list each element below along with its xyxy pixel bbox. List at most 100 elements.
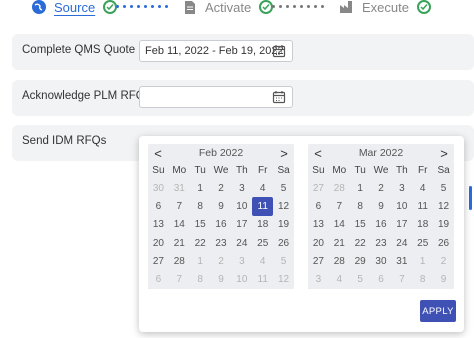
day-cell[interactable]: 28	[169, 252, 190, 270]
day-cell[interactable]: 4	[252, 252, 273, 270]
day-cell[interactable]: 5	[273, 179, 294, 197]
day-cell[interactable]: 22	[190, 234, 211, 252]
day-cell[interactable]: 3	[391, 179, 412, 197]
day-cell[interactable]: 11	[252, 197, 274, 216]
day-cell[interactable]: 9	[211, 197, 232, 215]
day-cell[interactable]: 2	[371, 179, 392, 197]
step-execute[interactable]: Execute	[338, 0, 431, 17]
day-cell[interactable]: 5	[273, 252, 294, 270]
apply-button[interactable]: APPLY	[420, 300, 456, 322]
day-cell[interactable]: 10	[391, 197, 412, 215]
day-cell[interactable]: 8	[190, 197, 211, 215]
day-cell[interactable]: 4	[412, 179, 433, 197]
prev-month-icon[interactable]: <	[312, 146, 324, 161]
day-cell[interactable]: 31	[391, 252, 412, 270]
date-range-input[interactable]: Feb 11, 2022 - Feb 19, 2022	[139, 40, 293, 62]
day-cell[interactable]: 20	[148, 234, 169, 252]
day-cell[interactable]: 9	[211, 270, 232, 288]
day-cell[interactable]: 23	[211, 234, 232, 252]
day-cell[interactable]: 15	[190, 216, 211, 234]
day-cell[interactable]: 6	[148, 197, 169, 215]
day-cell[interactable]: 21	[329, 234, 350, 252]
day-cell[interactable]: 5	[433, 179, 454, 197]
day-cell[interactable]: 2	[211, 252, 232, 270]
day-cell[interactable]: 30	[371, 252, 392, 270]
day-cell[interactable]: 14	[329, 216, 350, 234]
day-cell[interactable]: 14	[169, 216, 190, 234]
day-cell[interactable]: 24	[391, 234, 412, 252]
day-cell[interactable]: 20	[308, 234, 329, 252]
day-cell[interactable]: 29	[350, 252, 371, 270]
day-cell[interactable]: 9	[371, 197, 392, 215]
day-cell[interactable]: 26	[273, 234, 294, 252]
day-cell[interactable]: 30	[148, 179, 169, 197]
day-cell[interactable]: 2	[211, 179, 232, 197]
day-cell[interactable]: 25	[252, 234, 273, 252]
day-cell[interactable]: 13	[308, 216, 329, 234]
week-row: 27 28 1 2 3 4 5	[148, 252, 294, 270]
day-cell[interactable]: 12	[433, 197, 454, 215]
next-month-icon[interactable]: >	[278, 146, 290, 161]
day-cell[interactable]: 3	[231, 252, 252, 270]
day-cell[interactable]: 19	[433, 216, 454, 234]
day-cell[interactable]: 19	[273, 216, 294, 234]
day-cell[interactable]: 8	[350, 197, 371, 215]
day-cell[interactable]: 17	[231, 216, 252, 234]
day-cell[interactable]: 7	[169, 197, 190, 215]
day-cell[interactable]: 7	[169, 270, 190, 288]
day-cell[interactable]: 27	[308, 252, 329, 270]
calendar-icon[interactable]	[272, 44, 286, 58]
day-cell[interactable]: 28	[329, 179, 350, 197]
calendar-icon[interactable]	[272, 90, 286, 104]
day-cell[interactable]: 11	[252, 270, 273, 288]
day-cell[interactable]: 22	[350, 234, 371, 252]
day-cell[interactable]: 25	[412, 234, 433, 252]
day-cell[interactable]: 6	[148, 270, 169, 288]
day-cell[interactable]: 6	[308, 197, 329, 215]
weekday-label: Fr	[257, 165, 268, 176]
day-cell[interactable]: 17	[391, 216, 412, 234]
row-acknowledge-plm-rfqs: Acknowledge PLM RFQs	[12, 80, 474, 116]
day-cell[interactable]: 18	[252, 216, 273, 234]
day-cell[interactable]: 11	[412, 197, 433, 215]
day-cell[interactable]: 13	[148, 216, 169, 234]
day-cell[interactable]: 6	[371, 270, 392, 288]
day-cell[interactable]: 27	[148, 252, 169, 270]
day-cell[interactable]: 1	[412, 252, 433, 270]
day-cell[interactable]: 7	[391, 270, 412, 288]
day-cell[interactable]: 3	[308, 270, 329, 288]
day-cell[interactable]: 3	[231, 179, 252, 197]
day-cell[interactable]: 2	[433, 252, 454, 270]
day-cell[interactable]: 1	[350, 179, 371, 197]
day-cell[interactable]: 12	[273, 197, 294, 215]
step-activate[interactable]: Activate	[181, 0, 274, 17]
day-cell[interactable]: 21	[169, 234, 190, 252]
day-cell[interactable]: 9	[433, 270, 454, 288]
prev-month-icon[interactable]: <	[152, 146, 164, 161]
day-cell[interactable]: 31	[169, 179, 190, 197]
day-cell[interactable]: 15	[350, 216, 371, 234]
day-cell[interactable]: 5	[350, 270, 371, 288]
step-source[interactable]: Source	[30, 0, 118, 17]
day-cell[interactable]: 4	[329, 270, 350, 288]
day-cell[interactable]: 28	[329, 252, 350, 270]
day-cell[interactable]: 1	[190, 252, 211, 270]
day-cell[interactable]: 4	[252, 179, 273, 197]
day-cell[interactable]: 18	[412, 216, 433, 234]
day-cell[interactable]: 10	[231, 270, 252, 288]
date-range-input[interactable]	[139, 86, 293, 108]
day-cell[interactable]: 8	[190, 270, 211, 288]
day-cell[interactable]: 24	[231, 234, 252, 252]
next-month-icon[interactable]: >	[438, 146, 450, 161]
day-cell[interactable]: 26	[433, 234, 454, 252]
day-cell[interactable]: 8	[412, 270, 433, 288]
day-cell[interactable]: 7	[329, 197, 350, 215]
day-cell[interactable]: 10	[231, 197, 252, 215]
day-cell[interactable]: 16	[371, 216, 392, 234]
scrollbar-thumb[interactable]	[469, 186, 472, 210]
day-cell[interactable]: 16	[211, 216, 232, 234]
day-cell[interactable]: 27	[308, 179, 329, 197]
day-cell[interactable]: 1	[190, 179, 211, 197]
day-cell[interactable]: 23	[371, 234, 392, 252]
day-cell[interactable]: 12	[273, 270, 294, 288]
